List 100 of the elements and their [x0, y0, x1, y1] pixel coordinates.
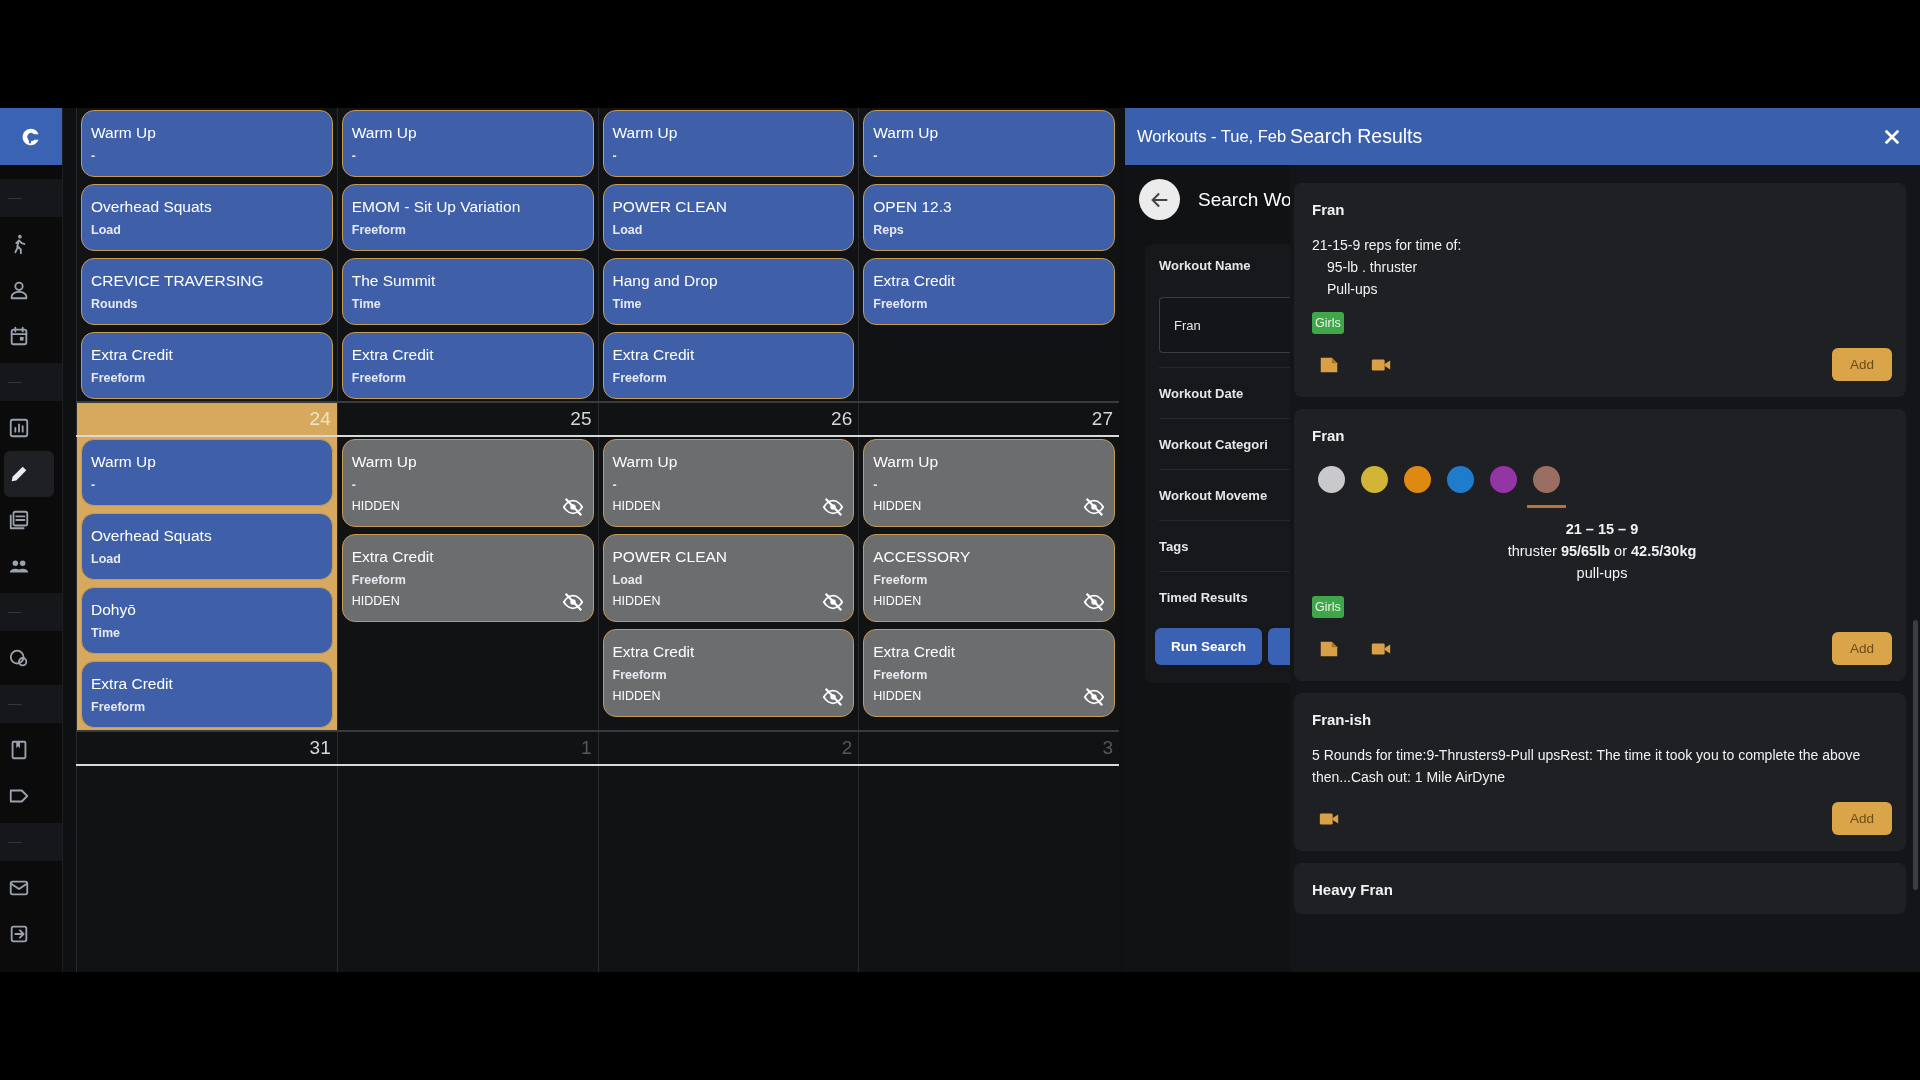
workout-name: Extra Credit	[873, 643, 957, 661]
results-title: Search Results	[1290, 125, 1424, 148]
workout-card[interactable]: OPEN 12.3 Reps	[863, 184, 1115, 251]
eye-slash-icon	[822, 591, 845, 613]
day-number: 25	[570, 408, 592, 430]
eye-slash-icon	[1083, 496, 1105, 518]
back-button[interactable]	[1139, 179, 1180, 220]
workout-line: 5 Rounds for time:9-Thrusters9-Pull upsRest: The time it took you to complete the above then...Cash out: 1 Mile AirDyne	[1312, 746, 1862, 787]
workout-type: Time	[351, 297, 382, 311]
workout-type: Freeform	[351, 223, 407, 237]
filter-section: Tags	[1159, 538, 1189, 554]
add-button[interactable]: Add	[1831, 802, 1892, 835]
eye-slash-icon	[561, 496, 584, 518]
hidden-label: HIDDEN	[873, 594, 922, 608]
workout-card[interactable]: Overhead Squats Load	[81, 513, 333, 580]
workout-name: Warm Up	[91, 124, 157, 142]
add-button[interactable]: Add	[1831, 632, 1892, 665]
close-icon	[1883, 127, 1901, 146]
add-button[interactable]: Add	[1831, 348, 1892, 381]
workout-card[interactable]: Dohyō Time	[81, 587, 333, 654]
workout-name: Warm Up	[612, 453, 679, 471]
workout-card[interactable]: Extra Credit Freeform HIDDEN	[341, 534, 594, 622]
workout-name: Hang and Drop	[612, 272, 719, 290]
workout-line: 21 – 15 – 9	[1564, 520, 1640, 539]
result-title: Heavy Fran	[1312, 881, 1394, 898]
workout-name: The Summit	[351, 272, 437, 290]
color-swatch[interactable]	[1527, 466, 1566, 508]
filter-section: Workout Moveme	[1159, 487, 1268, 503]
workout-card[interactable]: Warm Up - HIDDEN	[863, 439, 1115, 527]
hidden-label: HIDDEN	[873, 689, 922, 703]
workout-name: Warm Up	[612, 124, 679, 142]
workout-type: Load	[91, 223, 122, 237]
filter-section: Workout Categori	[1159, 436, 1268, 452]
workout-type: Freeform	[351, 371, 407, 385]
eye-slash-icon	[1083, 686, 1105, 708]
workout-card[interactable]: Warm Up - HIDDEN	[602, 439, 855, 527]
workout-card[interactable]: EMOM - Sit Up Variation Freeform	[341, 184, 594, 251]
workout-card[interactable]: Warm Up -	[341, 110, 594, 177]
workout-card[interactable]: Warm Up - HIDDEN	[341, 439, 594, 527]
sidebar-button[interactable]	[4, 451, 54, 497]
day-number: 2	[841, 737, 853, 759]
workout-card[interactable]: The Summit Time	[341, 258, 594, 325]
filter-section: Workout Date	[1159, 385, 1244, 401]
day-number: 27	[1091, 408, 1113, 430]
workout-type: -	[873, 149, 879, 163]
workout-card[interactable]: Warm Up -	[863, 110, 1115, 177]
workout-type: Time	[91, 626, 121, 640]
workout-card[interactable]: CREVICE TRAVERSING Rounds	[81, 258, 333, 325]
scrollbar[interactable]	[1913, 620, 1918, 890]
workout-line: pull-ups	[1575, 564, 1629, 583]
search-title: Search Wo	[1198, 188, 1290, 211]
workout-card[interactable]: Warm Up -	[602, 110, 855, 177]
workout-name: Dohyō	[91, 601, 137, 619]
day-number: 31	[309, 737, 331, 759]
panel-title: Workouts - Tue, Feb	[1136, 127, 1288, 146]
workout-card[interactable]: POWER CLEAN Load HIDDEN	[602, 534, 855, 622]
workout-card[interactable]: Warm Up -	[81, 439, 333, 506]
tag-label: Girls	[1312, 596, 1344, 618]
shapes-icon	[8, 647, 30, 669]
day-number: 26	[831, 408, 853, 430]
workout-card[interactable]: ACCESSORY Freeform HIDDEN	[863, 534, 1115, 622]
hidden-label: HIDDEN	[351, 594, 400, 608]
workout-line: Pull-ups	[1326, 280, 1379, 299]
workout-name: Extra Credit	[351, 548, 435, 566]
workout-name: Warm Up	[351, 124, 418, 142]
run-search-button[interactable]: Run Search	[1155, 628, 1263, 665]
app-logo[interactable]	[0, 108, 62, 165]
workout-card[interactable]: Extra Credit Freeform	[863, 258, 1115, 325]
workout-type: Reps	[873, 223, 905, 237]
workout-type: Freeform	[612, 371, 668, 385]
workout-card[interactable]: Extra Credit Freeform	[602, 332, 855, 399]
workout-card[interactable]: Extra Credit Freeform HIDDEN	[602, 629, 855, 717]
workout-line: 21-15-9 reps for time of:	[1312, 236, 1463, 255]
workout-type: Freeform	[91, 371, 147, 385]
workout-card[interactable]: Hang and Drop Time	[602, 258, 855, 325]
workout-card[interactable]: POWER CLEAN Load	[602, 184, 855, 251]
workout-name: Warm Up	[873, 453, 940, 471]
workout-type: Rounds	[91, 297, 139, 311]
workout-name: Warm Up	[351, 453, 418, 471]
workout-card[interactable]: Extra Credit Freeform	[341, 332, 594, 399]
workout-name: POWER CLEAN	[612, 198, 729, 216]
workout-card[interactable]: Overhead Squats Load	[81, 184, 333, 251]
workout-card[interactable]: Extra Credit Freeform HIDDEN	[863, 629, 1115, 717]
hidden-label: HIDDEN	[612, 594, 661, 608]
hidden-label: HIDDEN	[612, 689, 661, 703]
workout-type: Load	[612, 223, 644, 237]
tag-label: Girls	[1312, 312, 1344, 334]
workout-type: -	[873, 478, 879, 492]
workout-type: Freeform	[91, 700, 147, 714]
workout-card[interactable]: Warm Up -	[81, 110, 333, 177]
name-field[interactable]: Fran	[1159, 297, 1290, 353]
workout-card[interactable]: Extra Credit Freeform	[81, 661, 333, 728]
workout-line: thruster 95/65lb or 42.5/30kg	[1506, 542, 1698, 561]
workout-type: -	[612, 478, 618, 492]
workout-type: -	[351, 149, 357, 163]
eye-slash-icon	[822, 496, 845, 518]
workout-card[interactable]: Extra Credit Freeform	[81, 332, 333, 399]
person-icon	[8, 279, 30, 301]
result-title: Fran-ish	[1312, 711, 1373, 728]
workout-name: Extra Credit	[612, 643, 696, 661]
